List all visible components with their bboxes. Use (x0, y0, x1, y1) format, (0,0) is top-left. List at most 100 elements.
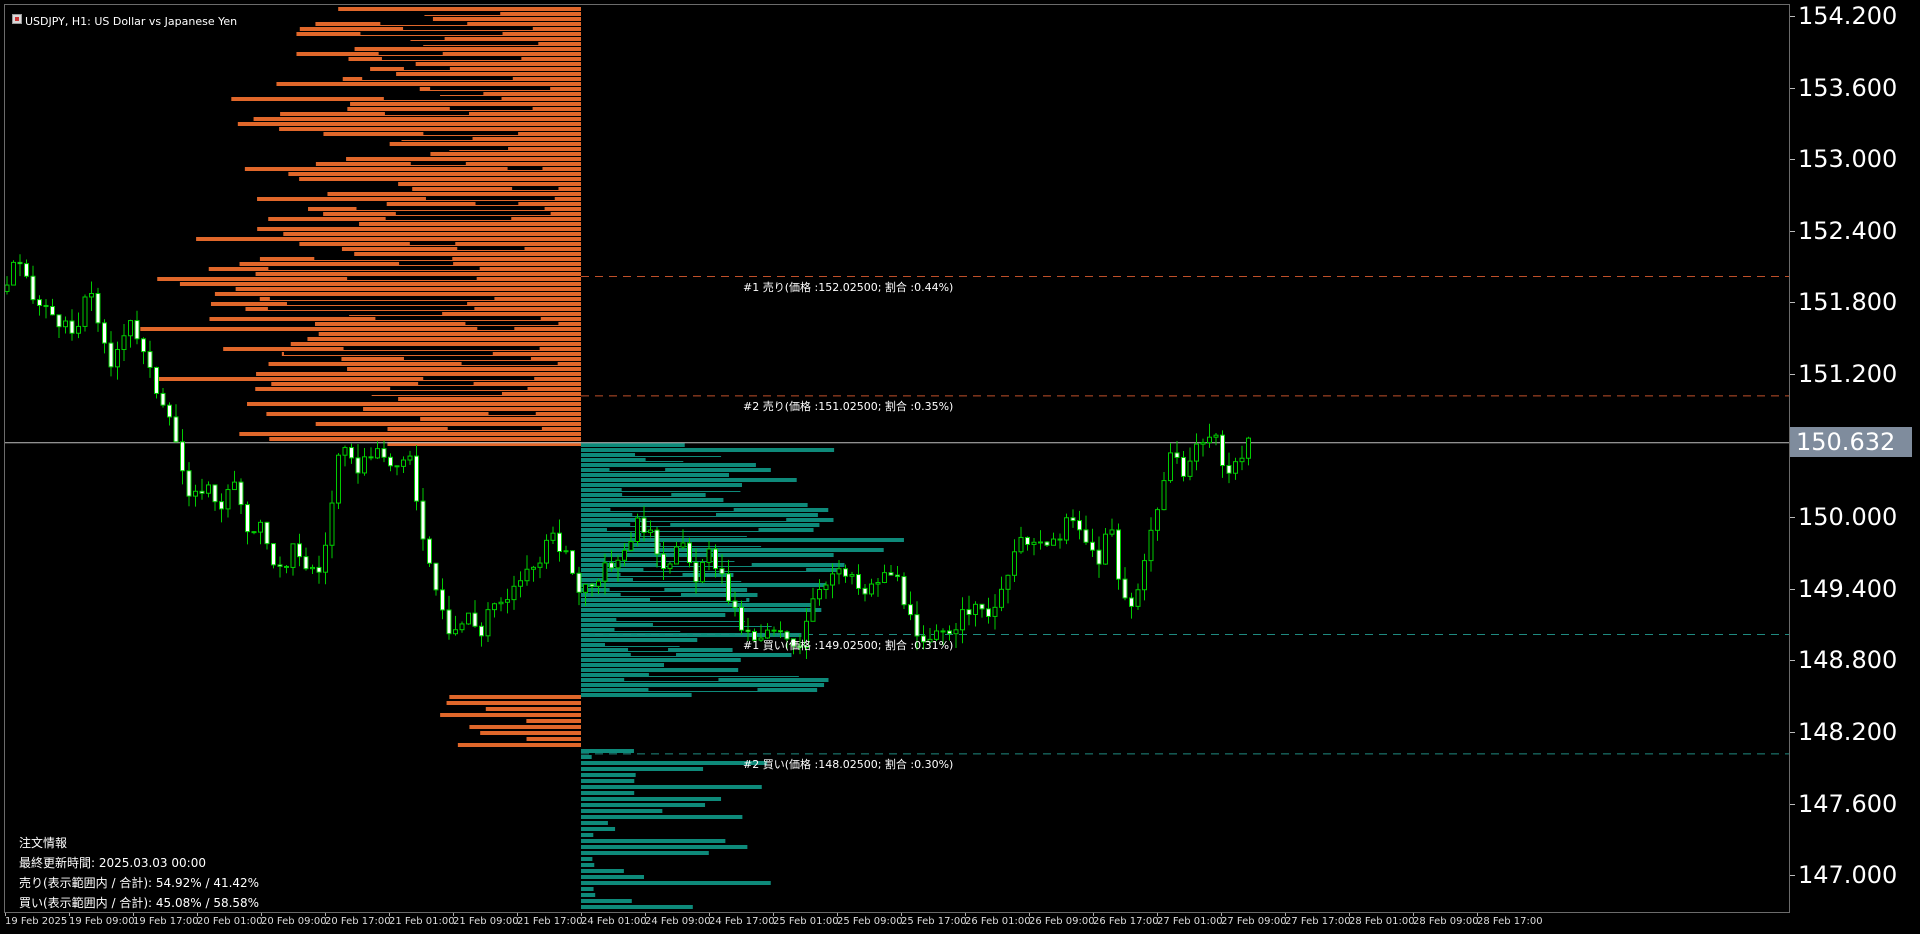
sell-volume-bar (432, 17, 581, 21)
profile-gap-line (395, 212, 551, 215)
info-buy-ratio: 買い(表示範囲内 / 合計): 45.08% / 58.58% (19, 896, 260, 910)
buy-volume-bar (581, 839, 726, 843)
time-axis[interactable]: 19 Feb 2025 19 Feb 09:00 19 Feb 17:00 20 Fe… (4, 913, 1790, 934)
buy-volume-bar (581, 478, 797, 482)
profile-gap-line (390, 387, 528, 390)
candle-body (5, 284, 10, 292)
sell-volume-bar (398, 397, 581, 401)
candle-body (1187, 460, 1193, 477)
sell-volume-bar (350, 102, 581, 106)
profile-gap-line (268, 267, 480, 270)
profile-gap-line (378, 52, 443, 55)
buy-volume-bar (581, 803, 706, 807)
profile-gap-line (465, 322, 559, 325)
sell-volume-bar (389, 142, 581, 146)
current-price-label: 150.632 (1790, 426, 1912, 457)
candle-body (810, 598, 816, 622)
candle-body (56, 314, 62, 328)
buy-volume-bar (581, 875, 645, 879)
chart-canvas[interactable] (5, 5, 1790, 913)
sell-volume-bar (420, 417, 581, 421)
buy-volume-bar (581, 821, 608, 825)
buy-volume-bar (581, 693, 692, 697)
sell-volume-bar (440, 713, 581, 717)
buy-volume-bar (581, 503, 808, 507)
candle-body (576, 572, 582, 593)
sell-volume-bar (415, 62, 581, 66)
candle-body (1116, 529, 1121, 580)
sell-volume-bar (235, 287, 582, 291)
profile-gap-line (403, 27, 533, 30)
profile-gap-line (488, 412, 536, 415)
buy-volume-bar (581, 767, 704, 771)
chart-window-icon[interactable] (12, 14, 22, 24)
profile-gap-line (347, 277, 477, 280)
profile-gap-line (648, 688, 758, 691)
order-level-label: #2 買い(価格 :148.02500; 割合 :0.30%) (743, 757, 954, 771)
candle-body (1051, 538, 1056, 546)
candle-body (232, 481, 237, 491)
price-axis-label: 154.200 (1798, 2, 1898, 30)
candle-body (407, 455, 413, 461)
symbol-title: USDJPY, H1: US Dollar vs Japanese Yen (25, 15, 238, 28)
candle-body (843, 568, 848, 577)
profile-gap-line (477, 327, 515, 330)
candle-body (30, 275, 36, 301)
candle-body (1018, 536, 1024, 553)
profile-gap-line (614, 628, 730, 631)
candle-body (1142, 560, 1147, 591)
buy-volume-bar (581, 603, 814, 607)
candle-body (115, 348, 120, 368)
candle-body (466, 612, 471, 625)
price-axis-label: 147.600 (1798, 789, 1898, 818)
candle-body (628, 541, 634, 551)
candle-body (992, 606, 998, 617)
time-axis-label: 28 Feb 01:00 (1349, 916, 1415, 927)
chart-plot-area[interactable]: USDJPY, H1: US Dollar vs Japanese Yen #1… (4, 4, 1790, 913)
profile-gap-line (430, 87, 551, 90)
buy-volume-bar (581, 899, 632, 903)
time-axis-label: 21 Feb 01:00 (389, 916, 455, 927)
candle-body (661, 553, 666, 570)
candle-body (589, 583, 595, 587)
candle-body (537, 562, 543, 568)
profile-gap-line (375, 317, 541, 320)
time-axis-label: 26 Feb 01:00 (965, 916, 1031, 927)
candle-body (225, 489, 231, 510)
candle-body (966, 609, 972, 615)
price-axis-label: 149.400 (1798, 574, 1898, 603)
candle-body (69, 320, 75, 334)
candle-body (167, 404, 172, 418)
chart-window[interactable]: USDJPY, H1: US Dollar vs Japanese Yen #1… (0, 0, 1920, 934)
profile-gap-line (652, 623, 776, 626)
candle-body (1005, 574, 1011, 590)
time-axis-label: 24 Feb 17:00 (709, 916, 775, 927)
candle-body (1155, 509, 1160, 531)
buy-volume-bar (581, 663, 665, 667)
candle-body (1239, 457, 1245, 463)
candle-body (264, 521, 270, 545)
time-axis-label: 19 Feb 17:00 (133, 916, 199, 927)
profile-gap-line (314, 257, 453, 260)
price-axis[interactable]: 154.200 153.600 153.000 152.400 151.800 151.2… (1790, 4, 1920, 913)
profile-gap-line (624, 678, 719, 681)
profile-gap-line (449, 107, 533, 110)
candle-body (700, 561, 705, 583)
buy-volume-bar (581, 851, 709, 855)
candle-body (524, 568, 530, 582)
candle-body (882, 572, 887, 583)
time-axis-label: 20 Feb 09:00 (261, 916, 327, 927)
time-axis-label: 28 Feb 17:00 (1477, 916, 1543, 927)
price-axis-label: 153.600 (1798, 73, 1898, 102)
candle-body (583, 583, 588, 593)
profile-gap-line (620, 593, 681, 596)
order-level-label: #2 売り(価格 :151.02500; 割合 :0.35%) (743, 399, 954, 413)
candle-body (82, 296, 88, 327)
candle-body (1135, 589, 1141, 607)
profile-gap-line (620, 573, 683, 576)
info-title: 注文情報 (19, 836, 68, 850)
sell-volume-bar (347, 367, 581, 371)
price-axis-label: 148.200 (1798, 718, 1898, 746)
candle-body (901, 576, 907, 606)
profile-gap-line (286, 302, 468, 305)
